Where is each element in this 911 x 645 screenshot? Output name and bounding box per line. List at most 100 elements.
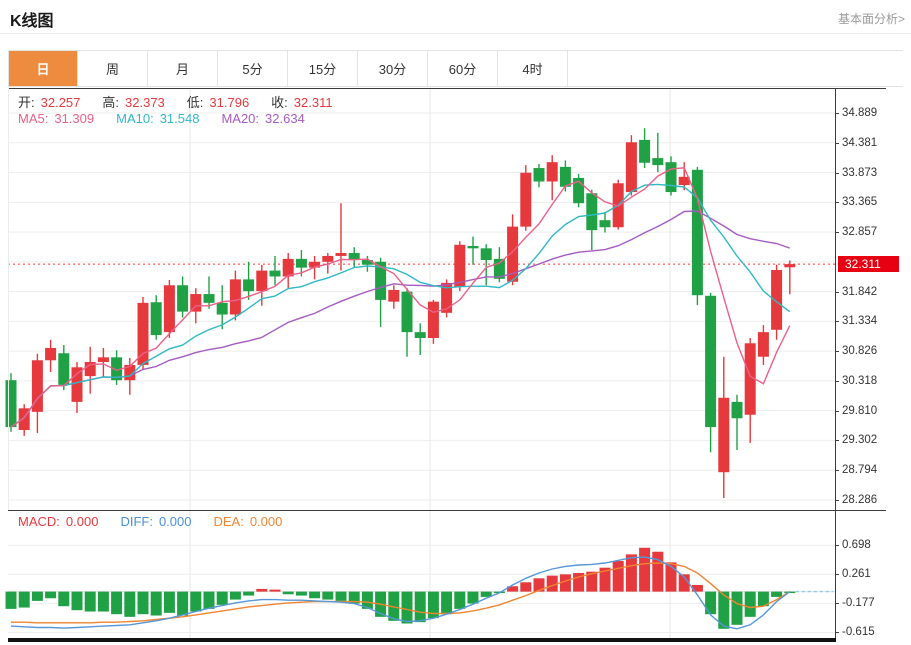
ma20-line [11, 211, 790, 427]
candle-body-down [204, 294, 215, 303]
candle-body-down [217, 303, 228, 315]
readout-value: 32.634 [265, 111, 305, 126]
readout-label: DIFF: [120, 514, 153, 529]
macd-bar-negative [164, 592, 175, 613]
price-axis-label: 30.826 [842, 344, 877, 358]
macd-bar-negative [72, 592, 83, 611]
macd-bar-negative [190, 592, 201, 612]
candle-body-down [560, 167, 571, 187]
macd-axis-label: 0.261 [842, 567, 871, 581]
candle-body-up [98, 357, 109, 362]
candle-body-down [586, 193, 597, 230]
candle-body-up [256, 271, 267, 292]
price-axis-label: 28.286 [842, 493, 877, 507]
readout-label: DEA: [213, 514, 243, 529]
macd-bar-negative [32, 592, 43, 601]
candle-body-down [481, 248, 492, 260]
price-axis-label: 31.334 [842, 314, 877, 328]
macd-axis-label-tick [835, 632, 839, 633]
price-axis-label: 32.857 [842, 225, 877, 239]
candle-body-down [534, 168, 545, 181]
macd-readout-row: MACD:0.000DIFF:0.000DEA:0.000 [18, 514, 304, 529]
macd-bar-negative [85, 592, 96, 612]
macd-axis-label-tick [835, 574, 839, 575]
price-axis-label-tick [835, 381, 839, 382]
macd-bar-negative [177, 592, 188, 616]
readout-label: 开: [18, 95, 35, 110]
macd-bar-negative [217, 592, 228, 605]
candle-body-up [454, 245, 465, 287]
macd-bar-negative [230, 592, 241, 600]
macd-bar-negative [124, 592, 135, 617]
readout-label: MA20: [221, 111, 259, 126]
candle-body-up [626, 142, 637, 192]
macd-bar-negative [415, 592, 426, 623]
candle-body-up [336, 253, 347, 256]
macd-bar-negative [296, 592, 307, 596]
candle-body-up [230, 279, 241, 314]
macd-axis-label: -0.177 [842, 596, 875, 610]
candle-body-down [468, 246, 479, 248]
macd-bar-negative [771, 592, 782, 597]
macd-bar-negative [705, 592, 716, 615]
price-axis-label-tick [835, 321, 839, 322]
macd-bar-negative [441, 592, 452, 615]
macd-bar-negative [309, 592, 320, 599]
readout-value: 32.257 [41, 95, 81, 110]
candle-body-down [296, 259, 307, 268]
chart-left-border [8, 88, 9, 510]
macd-bar-negative [58, 592, 69, 607]
readout-value: 31.309 [54, 111, 94, 126]
candle-body-down [177, 285, 188, 311]
macd-axis-label-tick [835, 545, 839, 546]
macd-bar-negative [19, 592, 30, 608]
candle-body-down [639, 140, 650, 163]
panel-divider [8, 510, 886, 511]
chart-top-border [8, 88, 886, 89]
price-axis-label-tick [835, 113, 839, 114]
ohlc-readout-row: 开:32.257高:32.373低:31.796收:32.311 [18, 92, 355, 111]
readout-value: 32.311 [294, 95, 333, 110]
right-axis-line [835, 88, 836, 641]
price-axis-label: 29.810 [842, 404, 877, 418]
macd-bar-negative [454, 592, 465, 609]
ma-readout-row: MA5:31.309MA10:31.548MA20:32.634 [18, 111, 327, 126]
price-axis-label-tick [835, 232, 839, 233]
macd-bar-positive [652, 552, 663, 592]
price-axis-label: 31.842 [842, 285, 877, 299]
readout-label: 高: [102, 95, 119, 110]
price-axis-label: 33.873 [842, 166, 877, 180]
macd-bar-negative [243, 592, 254, 596]
candle-body-down [270, 271, 281, 277]
macd-bar-negative [283, 592, 294, 595]
readout-label: 低: [187, 95, 204, 110]
candle-body-up [758, 332, 769, 357]
macd-bar-negative [45, 592, 56, 599]
ma10-line [11, 184, 790, 427]
candle-body-up [283, 259, 294, 277]
candle-body-down [151, 302, 162, 335]
macd-axis-label-tick [835, 603, 839, 604]
price-axis-label-tick [835, 202, 839, 203]
readout-value: 31.796 [209, 95, 249, 110]
candle-body-down [243, 279, 254, 291]
candle-body-up [72, 367, 83, 402]
price-axis-label-tick [835, 351, 839, 352]
macd-bar-positive [270, 590, 281, 592]
readout-value: 0.000 [66, 514, 99, 529]
macd-bar-positive [613, 561, 624, 592]
macd-bar-negative [732, 592, 743, 625]
readout-value: 32.373 [125, 95, 165, 110]
price-axis-label: 30.318 [842, 374, 877, 388]
kline-page: K线图 基本面分析> 日周月5分15分30分60分4时 34.88934.381… [0, 0, 911, 645]
ma5-line [11, 168, 790, 427]
current-price-badge: 32.311 [838, 256, 899, 272]
price-axis-label-tick [835, 173, 839, 174]
candle-body-up [718, 398, 729, 472]
macd-bar-negative [111, 592, 122, 615]
readout-value: 31.548 [160, 111, 200, 126]
macd-axis-label: -0.615 [842, 625, 875, 639]
candle-body-up [520, 173, 531, 227]
price-axis-label: 34.381 [842, 136, 877, 150]
macd-bar-positive [639, 548, 650, 592]
